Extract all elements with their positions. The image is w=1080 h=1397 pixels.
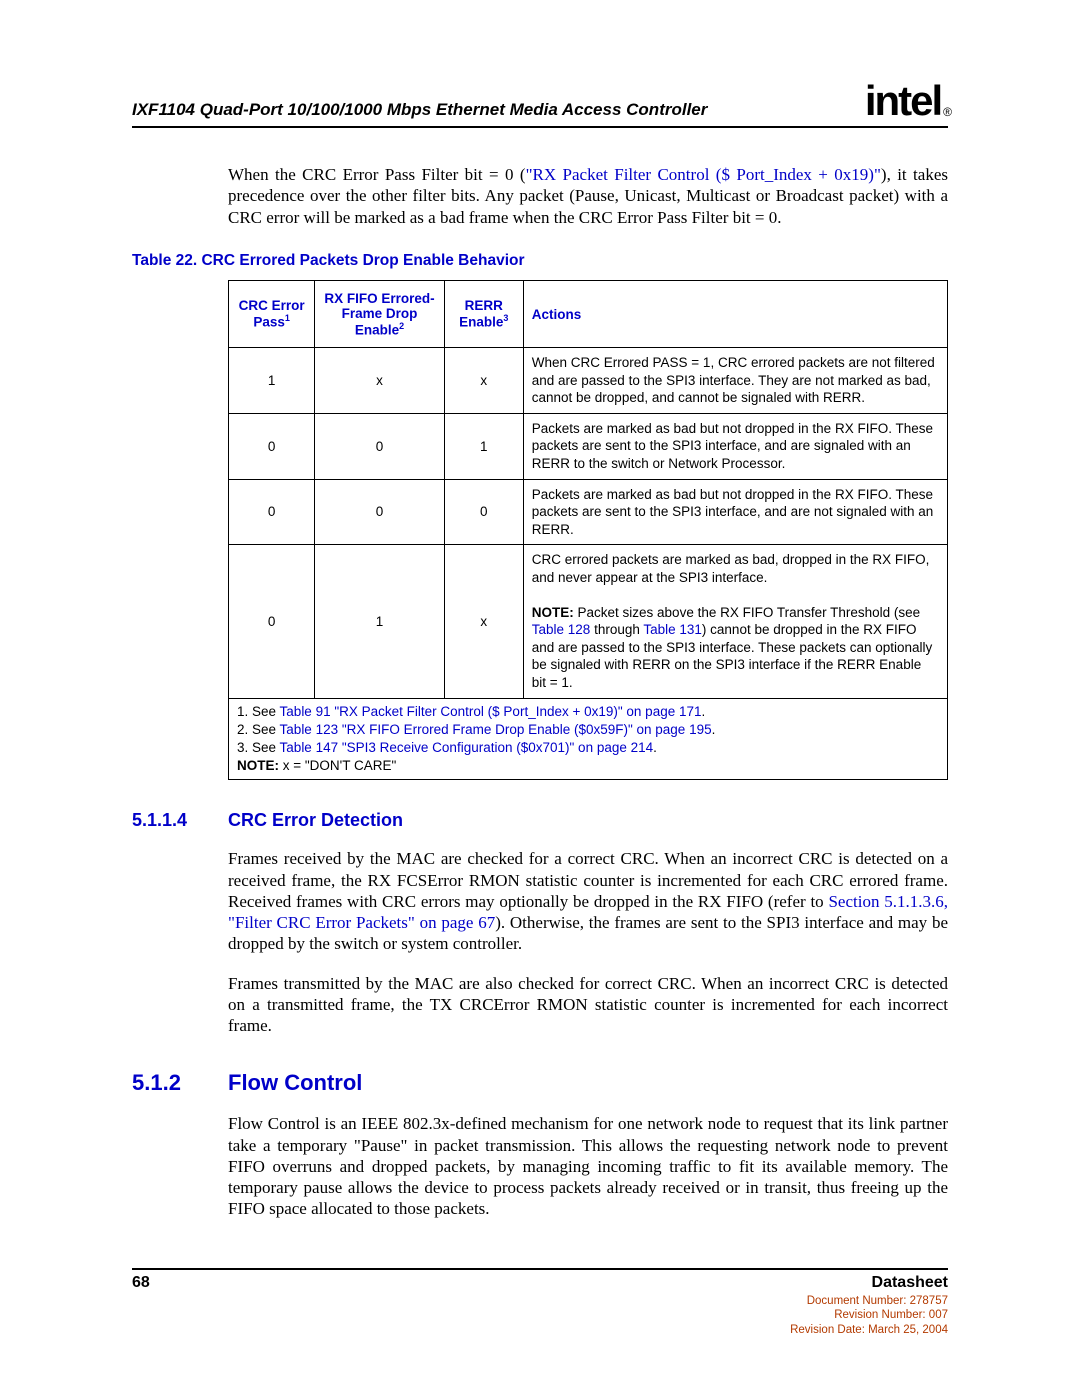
revision-number: Revision Number: 007	[790, 1308, 948, 1322]
col-actions: Actions	[523, 280, 947, 348]
footnote-note-text: x = "DON'T CARE"	[279, 758, 396, 773]
cell-c3: x	[444, 348, 523, 414]
cell-action: Packets are marked as bad but not droppe…	[523, 479, 947, 545]
col-h3-sup: 3	[503, 313, 508, 323]
heading-title: CRC Error Detection	[228, 810, 403, 831]
sec-5-1-1-4-p2: Frames transmitted by the MAC are also c…	[228, 973, 948, 1037]
heading-number: 5.1.1.4	[132, 810, 228, 831]
cell-c1: 1	[229, 348, 315, 414]
fn2-b: .	[712, 722, 716, 737]
col-h1-text: CRC Error Pass	[239, 298, 305, 330]
table-147-link[interactable]: Table 147 "SPI3 Receive Configuration ($…	[280, 740, 654, 755]
page-header: IXF1104 Quad-Port 10/100/1000 Mbps Ether…	[132, 80, 948, 128]
cell-action: When CRC Errored PASS = 1, CRC errored p…	[523, 348, 947, 414]
cell-c2: x	[315, 348, 444, 414]
table-row: 0 0 0 Packets are marked as bad but not …	[229, 479, 948, 545]
fn1-b: .	[702, 704, 706, 719]
footnote-note-label: NOTE:	[237, 758, 279, 773]
document-title: IXF1104 Quad-Port 10/100/1000 Mbps Ether…	[132, 80, 707, 120]
intro-paragraph: When the CRC Error Pass Filter bit = 0 (…	[228, 164, 948, 228]
rx-packet-filter-link[interactable]: "RX Packet Filter Control ($ Port_Index …	[526, 165, 881, 184]
cell-c3: 0	[444, 479, 523, 545]
table-row: 0 1 x CRC errored packets are marked as …	[229, 545, 948, 698]
heading-number: 5.1.2	[132, 1070, 228, 1096]
row4-note-mid: through	[590, 622, 643, 637]
footnote-2: 2. See Table 123 "RX FIFO Errored Frame …	[237, 721, 939, 739]
col-rx-fifo-drop: RX FIFO Errored-Frame Drop Enable2	[315, 280, 444, 348]
col-h3-text: RERR Enable	[459, 298, 503, 330]
fn2-a: 2. See	[237, 722, 280, 737]
table-22: CRC Error Pass1 RX FIFO Errored-Frame Dr…	[228, 280, 948, 699]
table-22-caption: Table 22. CRC Errored Packets Drop Enabl…	[132, 252, 948, 270]
col-h2-sup: 2	[399, 321, 404, 331]
revision-info: Document Number: 278757 Revision Number:…	[790, 1294, 948, 1337]
intro-text-a: When the CRC Error Pass Filter bit = 0 (	[228, 165, 526, 184]
footer-right-block: Datasheet Document Number: 278757 Revisi…	[790, 1274, 948, 1337]
logo-text: intel	[865, 77, 941, 124]
page-number: 68	[132, 1274, 150, 1292]
col-h1-sup: 1	[285, 313, 290, 323]
heading-5-1-2: 5.1.2 Flow Control	[132, 1070, 948, 1096]
fn3-a: 3. See	[237, 740, 280, 755]
sec-5-1-1-4-p1: Frames received by the MAC are checked f…	[228, 848, 948, 954]
document-number: Document Number: 278757	[790, 1294, 948, 1308]
table-row: 1 x x When CRC Errored PASS = 1, CRC err…	[229, 348, 948, 414]
cell-c1: 0	[229, 413, 315, 479]
col-rerr-enable: RERR Enable3	[444, 280, 523, 348]
row4-text-a: CRC errored packets are marked as bad, d…	[532, 552, 930, 585]
col-h4-text: Actions	[532, 307, 582, 322]
revision-date: Revision Date: March 25, 2004	[790, 1323, 948, 1337]
table-123-link[interactable]: Table 123 "RX FIFO Errored Frame Drop En…	[280, 722, 712, 737]
table-131-link[interactable]: Table 131	[643, 622, 702, 637]
cell-c2: 0	[315, 479, 444, 545]
cell-c1: 0	[229, 479, 315, 545]
heading-title: Flow Control	[228, 1070, 362, 1096]
fn3-b: .	[653, 740, 657, 755]
table-91-link[interactable]: Table 91 "RX Packet Filter Control ($ Po…	[280, 704, 702, 719]
datasheet-label: Datasheet	[790, 1274, 948, 1292]
cell-c2: 1	[315, 545, 444, 698]
col-crc-error-pass: CRC Error Pass1	[229, 280, 315, 348]
fn1-a: 1. See	[237, 704, 280, 719]
heading-5-1-1-4: 5.1.1.4 CRC Error Detection	[132, 810, 948, 831]
cell-c1: 0	[229, 545, 315, 698]
footnote-1: 1. See Table 91 "RX Packet Filter Contro…	[237, 703, 939, 721]
cell-c2: 0	[315, 413, 444, 479]
sec-5-1-2-p1: Flow Control is an IEEE 802.3x-defined m…	[228, 1113, 948, 1219]
table-footnotes: 1. See Table 91 "RX Packet Filter Contro…	[228, 699, 948, 781]
cell-action: CRC errored packets are marked as bad, d…	[523, 545, 947, 698]
cell-c3: 1	[444, 413, 523, 479]
intel-logo: intel®	[865, 80, 948, 122]
row4-note-label: NOTE:	[532, 605, 574, 620]
table-row: 0 0 1 Packets are marked as bad but not …	[229, 413, 948, 479]
table-128-link[interactable]: Table 128	[532, 622, 591, 637]
footnote-3: 3. See Table 147 "SPI3 Receive Configura…	[237, 739, 939, 757]
registered-mark: ®	[943, 105, 950, 119]
page-footer: 68 Datasheet Document Number: 278757 Rev…	[132, 1268, 948, 1337]
table-header-row: CRC Error Pass1 RX FIFO Errored-Frame Dr…	[229, 280, 948, 348]
col-h2-text: RX FIFO Errored-Frame Drop Enable	[324, 291, 434, 338]
row4-note-a: Packet sizes above the RX FIFO Transfer …	[578, 605, 921, 620]
cell-action: Packets are marked as bad but not droppe…	[523, 413, 947, 479]
footnote-note: NOTE: x = "DON'T CARE"	[237, 757, 939, 775]
cell-c3: x	[444, 545, 523, 698]
